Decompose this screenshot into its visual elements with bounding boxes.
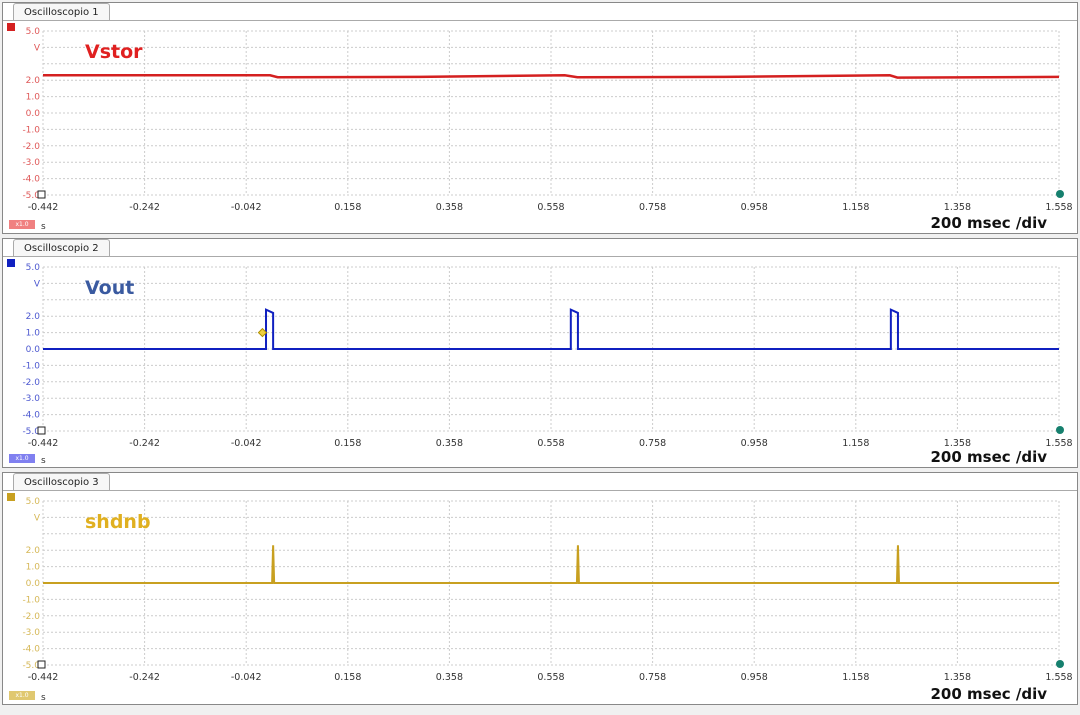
signal-label: Vout [85, 277, 134, 299]
volt-tick: 5.0 [26, 27, 41, 37]
trigger-marker-icon[interactable] [1056, 190, 1064, 198]
time-tick: 1.558 [1045, 672, 1072, 683]
time-tick: 0.158 [334, 202, 361, 213]
time-tick: 0.158 [334, 672, 361, 683]
time-tick: 0.758 [639, 202, 666, 213]
time-tick: -0.042 [231, 438, 262, 449]
scope-panel-1: Oscilloscopio 1 5.0 V 2.0 1.0 0.0 -1.0 -2.0 -3.… [2, 2, 1078, 234]
time-tick: 0.958 [741, 438, 768, 449]
volt-tick: -3.0 [22, 394, 40, 404]
volt-tick: 2.0 [26, 312, 41, 322]
scope-panel-2: Oscilloscopio 2 5.0 V 2.0 1.0 0.0 -1.0 -2.0 -3.… [2, 238, 1078, 468]
time-tick: -0.242 [129, 672, 160, 683]
time-tick: 0.958 [741, 672, 768, 683]
scope-panel-3: Oscilloscopio 3 5.0 V 2.0 1.0 0.0 -1.0 -2.0 -3.… [2, 472, 1078, 705]
plot-area: 5.0V2.01.00.0-1.0-2.0-3.0-4.0-5.0-0.442-… [3, 256, 1077, 467]
timebase-label: 200 msec /div [930, 685, 1047, 703]
signal-label: Vstor [85, 41, 143, 63]
waveform-plot: 5.0V2.01.00.0-1.0-2.0-3.0-4.0-5.0-0.442-… [3, 257, 1077, 467]
channel-color-icon [7, 493, 15, 501]
time-tick: 0.558 [537, 202, 564, 213]
time-tick: 0.558 [537, 438, 564, 449]
volt-tick: 0.0 [26, 579, 41, 589]
ground-marker-icon[interactable] [38, 661, 45, 668]
volt-tick: V [34, 513, 41, 523]
volt-tick: 1.0 [26, 93, 41, 103]
volt-tick: -2.0 [22, 612, 40, 622]
ground-marker-icon[interactable] [38, 191, 45, 198]
time-tick: -0.442 [28, 202, 59, 213]
timebase-label: 200 msec /div [930, 448, 1047, 466]
plot-area: 5.0V2.01.00.0-1.0-2.0-3.0-4.0-5.0-0.442-… [3, 490, 1077, 704]
volt-tick: -3.0 [22, 158, 40, 168]
volt-tick: V [34, 279, 41, 289]
volt-tick: 2.0 [26, 76, 41, 86]
signal-label: shdnb [85, 511, 151, 533]
waveform-plot: 5.0V2.01.00.0-1.0-2.0-3.0-4.0-5.0-0.442-… [3, 21, 1077, 233]
time-tick: 0.758 [639, 438, 666, 449]
time-tick: -0.242 [129, 202, 160, 213]
time-unit: s [41, 693, 46, 703]
time-tick: -0.042 [231, 202, 262, 213]
volt-tick: 5.0 [26, 497, 41, 507]
time-tick: 0.558 [537, 672, 564, 683]
waveform-plot: 5.0V2.01.00.0-1.0-2.0-3.0-4.0-5.0-0.442-… [3, 491, 1077, 704]
time-tick: -0.242 [129, 438, 160, 449]
time-tick: 0.958 [741, 202, 768, 213]
time-tick: 1.158 [842, 438, 869, 449]
time-tick: -0.442 [28, 672, 59, 683]
volt-tick: -4.0 [22, 645, 40, 655]
time-unit: s [41, 222, 46, 232]
scope-tab[interactable]: Oscilloscopio 1 [13, 3, 110, 21]
time-tick: 0.758 [639, 672, 666, 683]
time-tick: 0.358 [436, 672, 463, 683]
volt-tick: 1.0 [26, 563, 41, 573]
volt-tick: 2.0 [26, 546, 41, 556]
volt-tick: -3.0 [22, 628, 40, 638]
scope-tab[interactable]: Oscilloscopio 2 [13, 239, 110, 257]
scope-tab[interactable]: Oscilloscopio 3 [13, 473, 110, 491]
time-tick: 1.158 [842, 202, 869, 213]
volt-tick: -2.0 [22, 378, 40, 388]
volt-tick: -2.0 [22, 142, 40, 152]
volt-tick: 0.0 [26, 109, 41, 119]
trigger-marker-icon[interactable] [1056, 426, 1064, 434]
channel-color-icon [7, 259, 15, 267]
time-tick: 0.358 [436, 438, 463, 449]
time-tick: 1.158 [842, 672, 869, 683]
waveform-trace [43, 75, 1059, 77]
time-tick: -0.042 [231, 672, 262, 683]
time-tick: -0.442 [28, 438, 59, 449]
timebase-label: 200 msec /div [930, 214, 1047, 232]
scale-badge[interactable]: x1.0 [9, 691, 35, 700]
scale-badge[interactable]: x1.0 [9, 454, 35, 463]
volt-tick: 1.0 [26, 329, 41, 339]
volt-tick: -1.0 [22, 125, 40, 135]
time-tick: 1.358 [944, 202, 971, 213]
volt-tick: 0.0 [26, 345, 41, 355]
volt-tick: -1.0 [22, 595, 40, 605]
time-tick: 1.558 [1045, 438, 1072, 449]
time-tick: 0.358 [436, 202, 463, 213]
time-tick: 1.558 [1045, 202, 1072, 213]
volt-tick: -4.0 [22, 411, 40, 421]
volt-tick: -4.0 [22, 175, 40, 185]
volt-tick: 5.0 [26, 263, 41, 273]
ground-marker-icon[interactable] [38, 427, 45, 434]
scale-badge[interactable]: x1.0 [9, 220, 35, 229]
time-unit: s [41, 456, 46, 466]
plot-area: 5.0V2.01.00.0-1.0-2.0-3.0-4.0-5.0-0.442-… [3, 20, 1077, 233]
volt-tick: V [34, 43, 41, 53]
time-tick: 1.358 [944, 672, 971, 683]
volt-tick: -1.0 [22, 361, 40, 371]
trigger-marker-icon[interactable] [1056, 660, 1064, 668]
time-tick: 0.158 [334, 438, 361, 449]
channel-color-icon [7, 23, 15, 31]
